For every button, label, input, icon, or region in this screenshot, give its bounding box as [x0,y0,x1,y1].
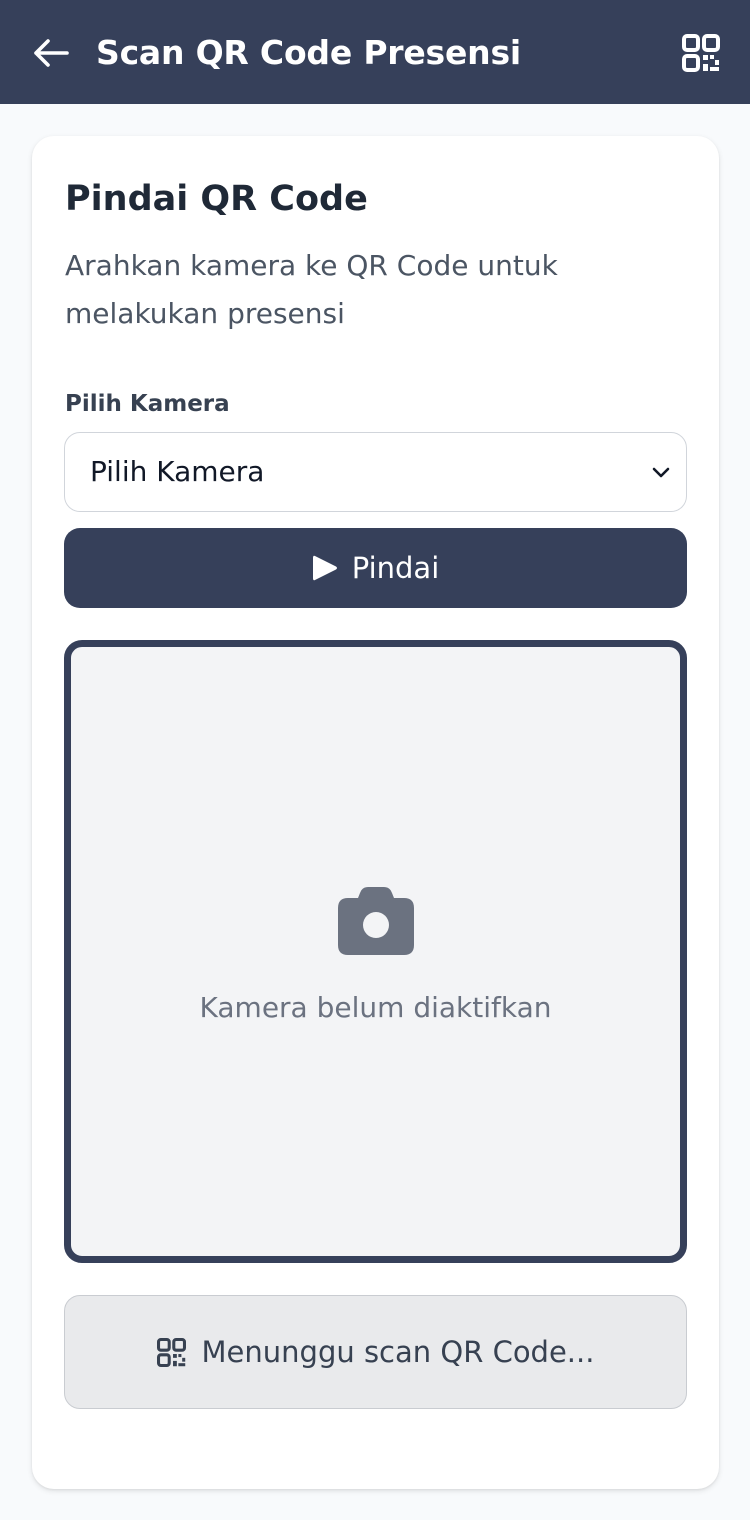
scan-button[interactable]: Pindai [64,528,687,608]
card-description: Arahkan kamera ke QR Code untuk melakuka… [65,249,558,330]
app-header: Scan QR Code Presensi [0,0,750,104]
camera-icon [338,887,414,955]
scan-button-label: Pindai [351,551,440,585]
camera-status-message: Kamera belum diaktifkan [199,991,552,1024]
qrcode-icon [682,34,720,72]
qr-menu-button[interactable] [682,34,720,72]
chevron-down-icon [652,467,670,478]
scan-status: Menunggu scan QR Code... [64,1295,687,1409]
camera-select-value: Pilih Kamera [90,455,265,488]
camera-select-label: Pilih Kamera [65,391,230,417]
camera-select[interactable]: Pilih Kamera [64,432,687,512]
arrow-left-icon [34,39,69,67]
scan-card: Pindai QR Code Arahkan kamera ke QR Code… [32,136,719,1489]
scan-status-text: Menunggu scan QR Code... [201,1335,595,1369]
back-button[interactable] [28,30,74,76]
camera-preview: Kamera belum diaktifkan [64,640,687,1263]
page-title: Scan QR Code Presensi [96,33,522,72]
qrcode-icon [156,1337,186,1367]
play-icon [312,555,337,581]
card-title: Pindai QR Code [65,179,368,219]
